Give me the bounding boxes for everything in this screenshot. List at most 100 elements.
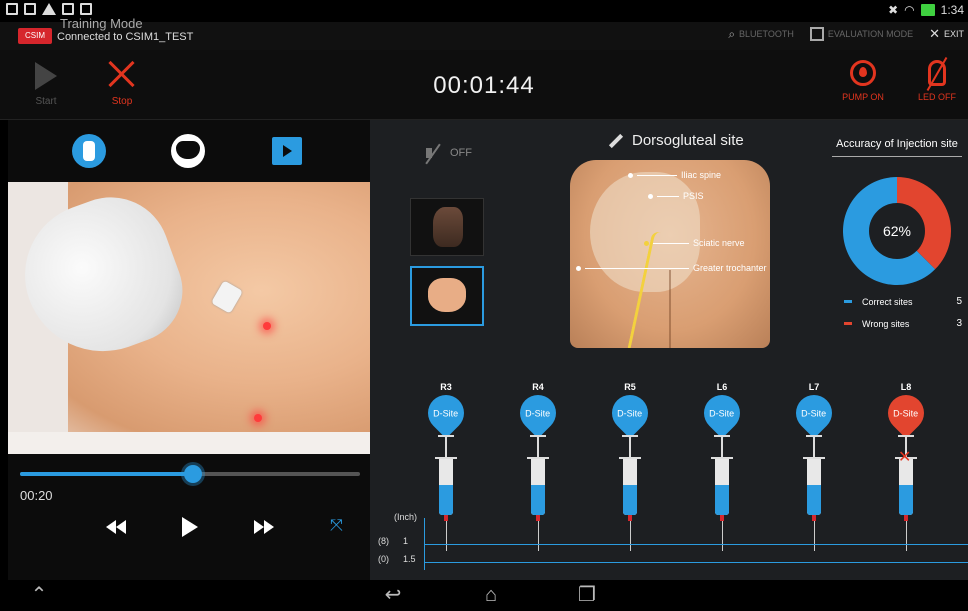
bluetooth-button[interactable]: ⌕ BLUETOOTH xyxy=(728,27,794,42)
status-bar: ✖ ◠ 1:34 xyxy=(0,0,968,22)
depth-row-2: (0) 1.5 xyxy=(378,554,416,564)
rewind-icon[interactable] xyxy=(106,520,126,539)
injection-position: L7 xyxy=(808,382,820,392)
sound-toggle[interactable]: OFF xyxy=(424,144,472,162)
label-dot xyxy=(628,172,633,178)
site-label: D-Site xyxy=(433,408,459,419)
thumbnail-side-view[interactable] xyxy=(410,198,484,256)
depth-unit: (Inch) xyxy=(394,512,418,522)
legend-swatch xyxy=(844,300,852,303)
video-floor xyxy=(8,432,370,454)
syringe-plunger xyxy=(806,435,822,457)
thumbnail-back-view[interactable] xyxy=(410,266,484,326)
label-line xyxy=(653,242,689,244)
play-icon xyxy=(35,62,57,90)
view-selector xyxy=(8,120,370,182)
site-label: D-Site xyxy=(525,408,551,419)
accuracy-title: Accuracy of Injection site xyxy=(832,138,962,157)
bluetooth-label: BLUETOOTH xyxy=(739,29,794,39)
back-icon[interactable]: ↩ xyxy=(382,584,404,606)
training-video[interactable] xyxy=(8,182,370,454)
led-button[interactable]: LED OFF xyxy=(912,54,962,102)
syringe-fluid xyxy=(439,485,453,515)
video-view-icon[interactable] xyxy=(272,137,302,165)
label-psis: PSIS xyxy=(648,191,704,201)
notification-icons xyxy=(6,3,92,15)
clock: 1:34 xyxy=(940,3,964,17)
site-marker: D-Site xyxy=(880,387,932,439)
start-button[interactable]: Start xyxy=(30,54,62,107)
start-label: Start xyxy=(35,96,57,107)
header-actions: ⌕ BLUETOOTH EVALUATION MODE ✕ EXIT xyxy=(728,26,964,42)
syringe-fluid xyxy=(531,485,545,515)
legend-correct: Correct sites 5 xyxy=(844,296,962,307)
syringe-barrel xyxy=(623,459,637,515)
injection-position: L6 xyxy=(716,382,728,392)
play-icon[interactable] xyxy=(182,517,198,537)
syringe-plunger xyxy=(714,435,730,457)
system-indicators: ✖ ◠ 1:34 xyxy=(888,3,964,17)
exit-button[interactable]: ✕ EXIT xyxy=(929,26,964,42)
check-icon xyxy=(62,3,74,15)
depth-scale: (Inch) (8) 1 (0) 1.5 xyxy=(378,512,968,570)
seek-handle[interactable] xyxy=(184,465,203,483)
site-marker: D-Site xyxy=(604,387,656,439)
led-icon xyxy=(928,60,946,86)
evaluation-label: EVALUATION MODE xyxy=(827,29,914,39)
legend-value: 3 xyxy=(956,318,962,329)
fast-forward-icon[interactable] xyxy=(254,520,274,539)
evaluation-mode-toggle[interactable]: EVALUATION MODE xyxy=(809,27,914,41)
site-marker: D-Site xyxy=(696,387,748,439)
system-nav-bar: ⌃ ↩ ⌂ ❐ xyxy=(0,580,968,611)
skeleton-view-icon[interactable] xyxy=(72,134,106,168)
csim-logo: CSIM xyxy=(18,28,52,44)
control-bar: Start Stop 00:01:44 PUMP ON LED OFF xyxy=(0,50,968,120)
body-view-icon[interactable] xyxy=(171,134,205,168)
pump-button[interactable]: PUMP ON xyxy=(838,54,888,102)
home-icon[interactable]: ⌂ xyxy=(480,584,502,606)
label-dot xyxy=(644,240,649,246)
current-time: 00:20 xyxy=(20,488,53,503)
legend-swatch xyxy=(844,322,852,325)
fullscreen-icon[interactable]: ⤧ xyxy=(330,518,346,534)
site-label: D-Site xyxy=(801,408,827,419)
syringe-barrel xyxy=(899,459,913,515)
label-sciatic-nerve: Sciatic nerve xyxy=(644,238,745,248)
stop-button[interactable]: Stop xyxy=(104,54,140,107)
seek-progress xyxy=(20,472,194,476)
label-text: Iliac spine xyxy=(681,170,722,180)
recent-apps-icon[interactable]: ❐ xyxy=(576,584,598,606)
legend-label: Wrong sites xyxy=(862,318,910,329)
site-marker: D-Site xyxy=(420,387,472,439)
search-icon: ⌕ xyxy=(728,26,736,41)
menu-up-icon[interactable]: ⌃ xyxy=(28,584,50,606)
label-iliac-spine: Iliac spine xyxy=(628,170,721,180)
anatomy-diagram: Iliac spine PSIS Sciatic nerve Greater t… xyxy=(570,160,770,348)
seek-bar[interactable] xyxy=(20,465,360,483)
label-dot xyxy=(648,193,653,199)
connection-status: Connected to CSIM1_TEST xyxy=(57,31,194,43)
syringe-fluid xyxy=(715,485,729,515)
depth-value: 1.5 xyxy=(403,554,416,564)
battery-icon xyxy=(920,4,935,16)
legend-value: 5 xyxy=(956,296,962,307)
gluteal-cleft xyxy=(669,270,671,348)
legend-label: Correct sites xyxy=(862,296,913,307)
wifi-icon: ◠ xyxy=(904,3,915,17)
depth-line-1 xyxy=(424,544,968,545)
warning-icon xyxy=(42,3,56,15)
label-text: Greater trochanter xyxy=(693,263,767,273)
mute-icon xyxy=(424,144,442,162)
depth-row-1: (8) 1 xyxy=(378,536,408,546)
sound-state: OFF xyxy=(450,147,472,159)
injection-position: R3 xyxy=(440,382,452,392)
label-line xyxy=(637,174,677,176)
injection-position: R5 xyxy=(624,382,636,392)
timer-value: 00:01:44 xyxy=(433,72,535,99)
mail-icon xyxy=(24,3,36,15)
pump-icon xyxy=(850,60,876,86)
site-marker: D-Site xyxy=(788,387,840,439)
syringe-fluid xyxy=(899,485,913,515)
image-icon xyxy=(6,3,18,15)
checkbox-icon xyxy=(809,27,824,41)
